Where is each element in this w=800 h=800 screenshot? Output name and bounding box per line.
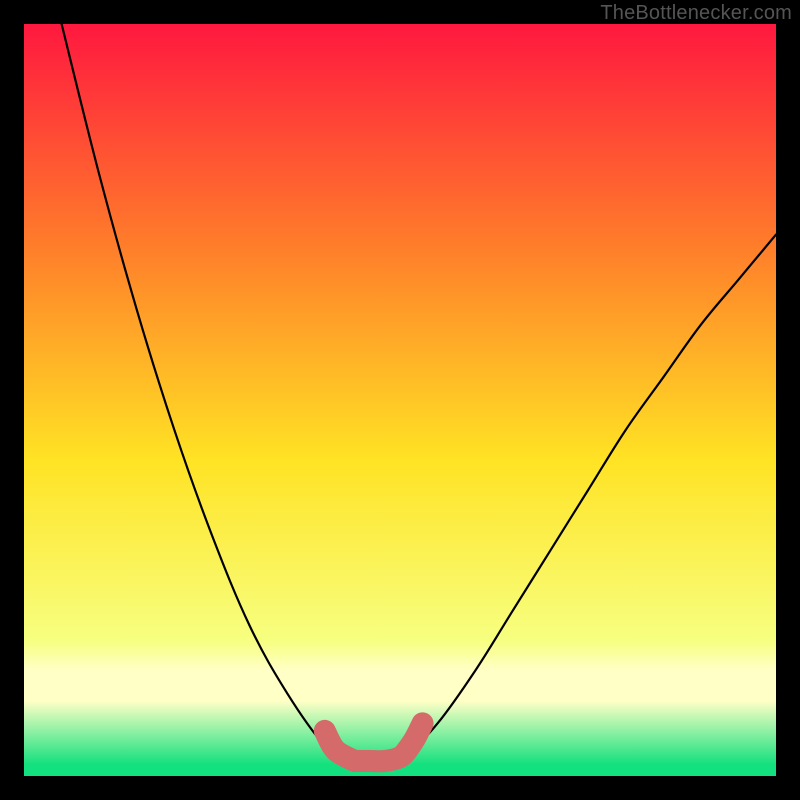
plot-area [24, 24, 776, 776]
gradient-background [24, 24, 776, 776]
bottleneck-curve-chart [24, 24, 776, 776]
optimum-marker-segment [408, 723, 423, 749]
attribution-label: TheBottlenecker.com [600, 2, 792, 25]
chart-outer-frame: TheBottlenecker.com [0, 0, 800, 800]
